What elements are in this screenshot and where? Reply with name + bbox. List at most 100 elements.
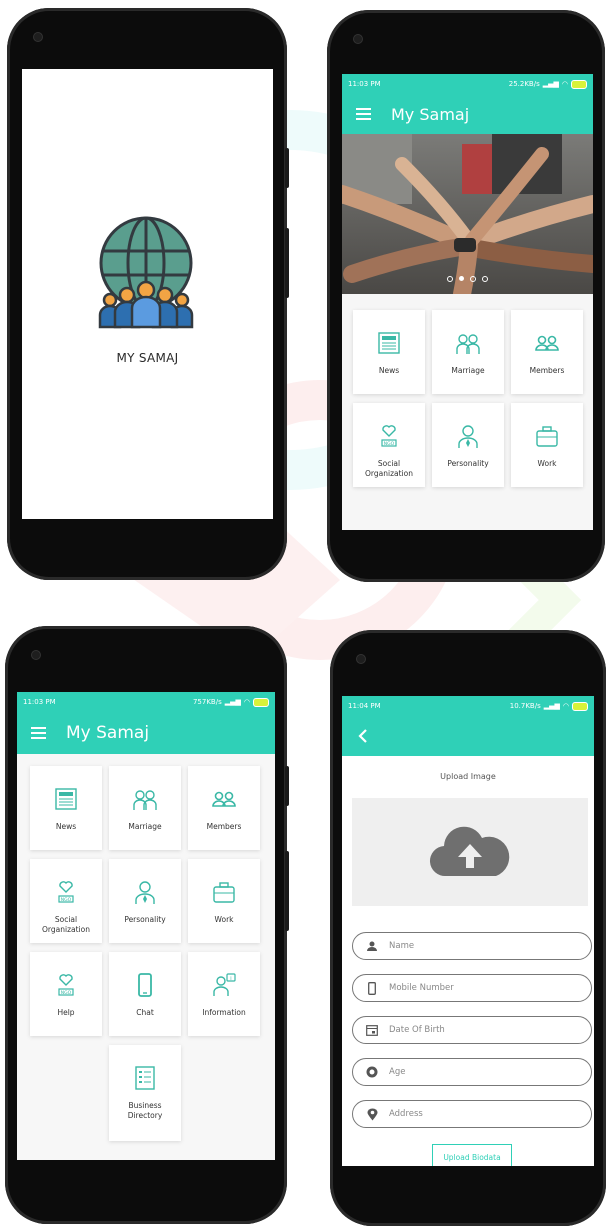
menu-header: 11:03 PM 757KB/s ▂▄▆ ◠ My Samaj	[17, 692, 275, 754]
signal-icon: ▂▄▆	[543, 702, 560, 710]
phone-home: 11:03 PM 25.2KB/s ▂▄▆ ◠ My Samaj News Ma…	[327, 10, 605, 582]
front-camera	[33, 32, 43, 42]
tile-label: News	[55, 822, 77, 831]
app-title: My Samaj	[66, 723, 150, 743]
tile-news[interactable]: News	[353, 310, 425, 394]
tile-help[interactable]: NGO Help	[30, 952, 102, 1036]
status-time: 11:03 PM	[23, 698, 56, 706]
person-icon	[365, 939, 379, 953]
cloud-upload-icon	[429, 826, 510, 877]
tile-label: News	[378, 366, 400, 375]
carousel-dot[interactable]	[470, 276, 476, 282]
form-app-bar	[342, 716, 594, 756]
mobile-placeholder: Mobile Number	[389, 983, 454, 993]
hero-carousel[interactable]	[342, 134, 593, 294]
info-desk-icon: i	[213, 973, 236, 996]
tile-label: Chat	[136, 1008, 154, 1017]
ngo-icon: NGO	[58, 881, 74, 903]
name-field[interactable]: Name	[352, 932, 592, 960]
dob-placeholder: Date Of Birth	[389, 1025, 445, 1035]
wifi-icon: ◠	[243, 698, 250, 706]
form-screen: 11:04 PM 10.7KB/s ▂▄▆ ◠ Upload Image Nam…	[342, 696, 594, 1166]
upload-image-area[interactable]	[352, 798, 588, 906]
tile-label: Members	[206, 822, 242, 831]
tile-label: Members	[529, 366, 565, 375]
tile-social-organization[interactable]: NGO Social Organization	[353, 403, 425, 487]
tile-personality[interactable]: Personality	[109, 859, 181, 943]
tile-members[interactable]: Members	[511, 310, 583, 394]
menu-icon[interactable]	[356, 108, 371, 120]
tile-label: Work	[537, 459, 557, 468]
tile-marriage[interactable]: Marriage	[432, 310, 504, 394]
status-time: 11:03 PM	[348, 80, 381, 88]
age-field[interactable]: Age	[352, 1058, 592, 1086]
tile-work[interactable]: Work	[188, 859, 260, 943]
person-icon	[135, 881, 155, 904]
address-placeholder: Address	[389, 1109, 423, 1119]
tile-social-organization[interactable]: NGO Social Organization	[30, 859, 102, 943]
splash-screen: MY SAMAJ	[22, 69, 273, 519]
home-screen: 11:03 PM 25.2KB/s ▂▄▆ ◠ My Samaj News Ma…	[342, 74, 593, 530]
menu-icon[interactable]	[31, 727, 46, 739]
carousel-dots	[342, 276, 593, 282]
app-bar: My Samaj	[17, 712, 275, 754]
tile-label: Social Organization	[365, 459, 413, 478]
signal-icon: ▂▄▆	[542, 80, 559, 88]
briefcase-icon	[536, 426, 558, 447]
network-speed: 10.7KB/s	[509, 702, 541, 710]
tile-label: Social Organization	[42, 915, 90, 934]
globe-people-logo	[98, 216, 194, 329]
tile-label: Marriage	[451, 366, 485, 375]
tile-business-directory[interactable]: Business Directory	[109, 1045, 181, 1141]
front-camera	[353, 34, 363, 44]
tile-information[interactable]: i Information	[188, 952, 260, 1036]
back-arrow-icon[interactable]	[358, 729, 368, 743]
person-icon	[458, 425, 478, 448]
upload-biodata-button[interactable]: Upload Biodata	[432, 1144, 512, 1166]
phone-icon	[138, 973, 152, 997]
phone-form: 11:04 PM 10.7KB/s ▂▄▆ ◠ Upload Image Nam…	[330, 630, 606, 1226]
carousel-dot-active[interactable]	[459, 276, 464, 281]
briefcase-icon	[213, 882, 235, 903]
address-field[interactable]: Address	[352, 1100, 592, 1128]
wifi-icon: ◠	[561, 80, 568, 88]
phone-splash: MY SAMAJ	[7, 8, 289, 580]
newspaper-icon	[378, 332, 400, 354]
battery-icon	[571, 79, 587, 89]
ngo-help-icon: NGO	[58, 974, 74, 996]
volume-button	[285, 766, 289, 806]
tile-personality[interactable]: Personality	[432, 403, 504, 487]
status-icons: 25.2KB/s ▂▄▆ ◠	[509, 79, 587, 89]
wifi-icon: ◠	[562, 702, 569, 710]
menu-screen: 11:03 PM 757KB/s ▂▄▆ ◠ My Samaj News Mar…	[17, 692, 275, 1160]
directory-icon	[135, 1066, 155, 1090]
date-of-birth-field[interactable]: Date Of Birth	[352, 1016, 592, 1044]
volume-button	[285, 148, 289, 188]
splash-app-name: MY SAMAJ	[116, 351, 179, 365]
home-tile-grid: News Marriage Members NGO Social Organiz…	[342, 294, 593, 498]
age-placeholder: Age	[389, 1067, 406, 1077]
carousel-dot[interactable]	[447, 276, 453, 282]
tile-label: Personality	[447, 459, 489, 468]
location-icon	[365, 1107, 379, 1121]
power-button	[285, 851, 289, 931]
tile-chat[interactable]: Chat	[109, 952, 181, 1036]
age-icon	[365, 1065, 379, 1079]
tile-marriage[interactable]: Marriage	[109, 766, 181, 850]
tile-members[interactable]: Members	[188, 766, 260, 850]
name-placeholder: Name	[389, 941, 415, 951]
tile-label: Personality	[124, 915, 166, 924]
form-fields: Name Mobile Number Date Of Birth Age Add…	[350, 932, 594, 1166]
tile-news[interactable]: News	[30, 766, 102, 850]
tile-work[interactable]: Work	[511, 403, 583, 487]
members-icon	[535, 335, 559, 351]
svg-text:i: i	[230, 976, 231, 982]
home-header: 11:03 PM 25.2KB/s ▂▄▆ ◠ My Samaj	[342, 74, 593, 134]
tile-label: Business Directory	[127, 1101, 163, 1120]
ngo-icon: NGO	[381, 425, 397, 447]
mobile-number-field[interactable]: Mobile Number	[352, 974, 592, 1002]
menu-tile-grid: News Marriage Members NGO Social Organiz…	[17, 754, 275, 1153]
front-camera	[356, 654, 366, 664]
carousel-dot[interactable]	[482, 276, 488, 282]
svg-text:NGO: NGO	[61, 990, 72, 996]
